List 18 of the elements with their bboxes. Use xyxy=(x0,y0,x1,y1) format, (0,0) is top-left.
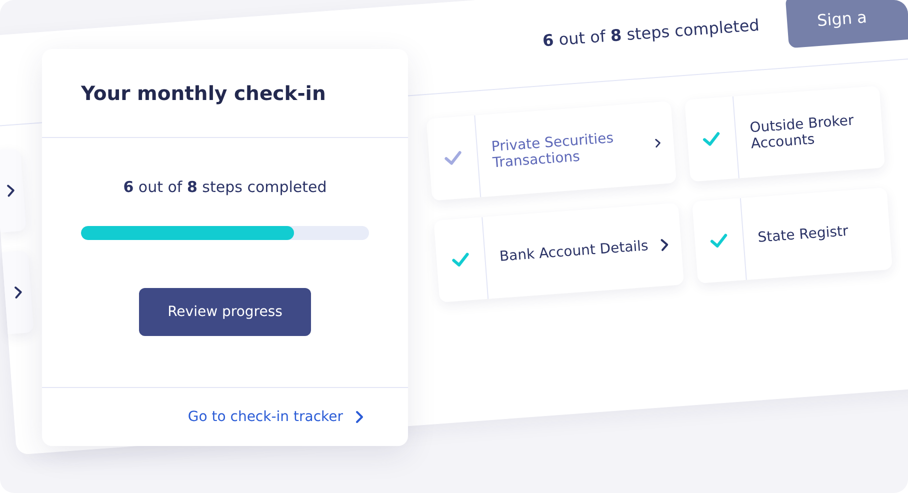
chevron-right-icon xyxy=(355,410,364,424)
step-label: Bank Account Details xyxy=(498,238,649,265)
steps-summary: 6 out of 8 steps completed xyxy=(123,178,327,196)
step-label: State Registr xyxy=(757,223,849,246)
sign-button[interactable]: Sign a xyxy=(785,0,908,48)
chevron-right-icon xyxy=(5,183,16,198)
step-label: Private Securities Transactions xyxy=(490,129,616,172)
card-title: Your monthly check-in xyxy=(81,82,326,104)
step-card[interactable]: Outside Broker Accounts xyxy=(684,86,886,182)
step-label: Outside Broker Accounts xyxy=(749,112,856,152)
review-progress-button[interactable]: Review progress xyxy=(139,288,311,336)
step-card[interactable]: Private Securities Transactions xyxy=(426,101,677,201)
step-card[interactable]: Bank Account Details xyxy=(434,202,684,302)
chevron-right-icon xyxy=(660,238,670,252)
steps-summary: 6 out of 8 steps completed xyxy=(542,14,760,50)
chevron-right-icon xyxy=(12,285,23,300)
tracker-link[interactable]: Go to check-in tracker xyxy=(188,409,364,425)
step-card[interactable]: State Registr xyxy=(692,187,893,284)
